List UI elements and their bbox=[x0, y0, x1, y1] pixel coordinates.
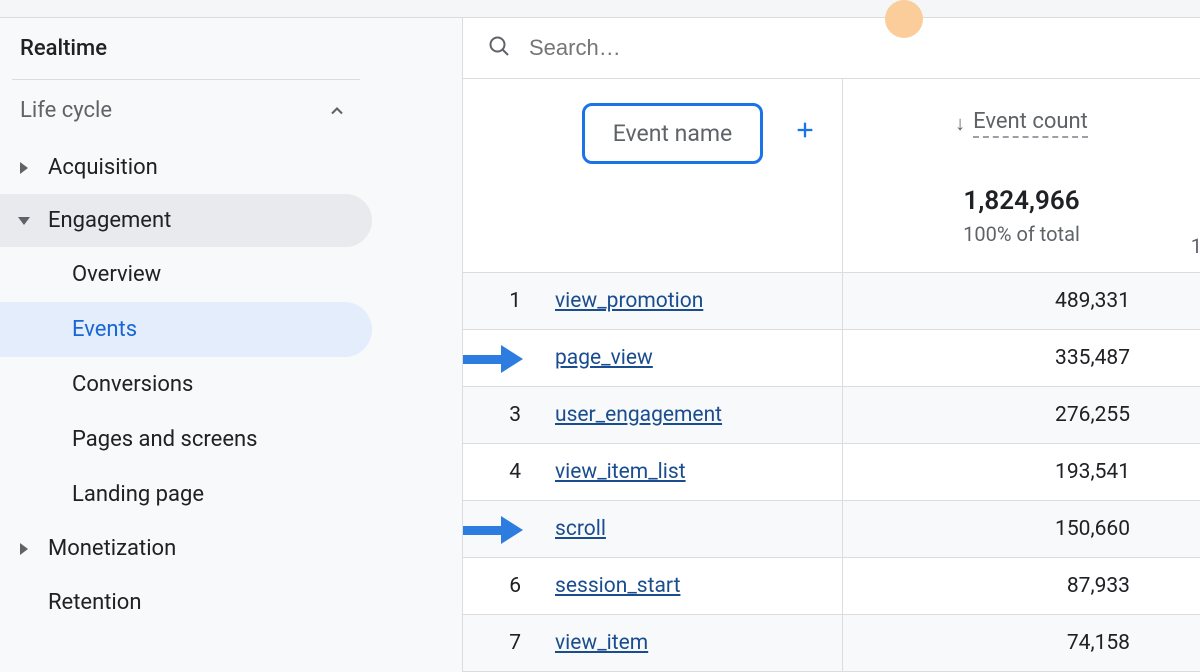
col-event-count[interactable]: ↓ Event count 1,824,966 100% of total bbox=[843, 79, 1200, 272]
nav-label: Acquisition bbox=[48, 155, 158, 180]
event-link[interactable]: session_start bbox=[555, 574, 680, 598]
top-bar bbox=[0, 0, 1200, 18]
events-table: Event name ↓ Event count 1,824,966 100% … bbox=[463, 78, 1200, 672]
table-row: 7 view_item 74,158 bbox=[463, 615, 1200, 672]
event-link[interactable]: page_view bbox=[555, 346, 653, 370]
sort-desc-icon: ↓ bbox=[955, 111, 965, 136]
main-panel: Event name ↓ Event count 1,824,966 100% … bbox=[462, 18, 1200, 672]
event-count: 87,933 bbox=[843, 574, 1200, 598]
sidebar-item-pages-screens[interactable]: Pages and screens bbox=[0, 412, 372, 467]
sidebar-item-monetization[interactable]: Monetization bbox=[0, 522, 372, 575]
total-value: 1,824,966 bbox=[843, 186, 1200, 216]
search-icon bbox=[487, 34, 511, 62]
section-label: Life cycle bbox=[20, 98, 112, 123]
event-name-header-box: Event name bbox=[582, 103, 763, 164]
event-link[interactable]: view_promotion bbox=[555, 289, 703, 313]
row-index: 4 bbox=[463, 460, 555, 484]
sidebar-item-retention[interactable]: Retention bbox=[0, 575, 372, 630]
sidebar-item-acquisition[interactable]: Acquisition bbox=[0, 141, 372, 194]
col-label: Event count bbox=[973, 109, 1088, 138]
add-dimension-button[interactable] bbox=[794, 115, 816, 148]
row-index: 3 bbox=[463, 403, 555, 427]
nav-label: Monetization bbox=[48, 536, 176, 561]
table-header: Event name ↓ Event count 1,824,966 100% … bbox=[463, 79, 1200, 273]
partial-text: 1 bbox=[1191, 234, 1200, 258]
triangle-right-icon bbox=[20, 543, 28, 555]
table-row: 1 view_promotion 489,331 bbox=[463, 273, 1200, 330]
chevron-up-icon bbox=[326, 100, 348, 122]
total-subtext: 100% of total bbox=[843, 222, 1200, 246]
event-count: 74,158 bbox=[843, 631, 1200, 655]
table-row: page_view 335,487 bbox=[463, 330, 1200, 387]
totals: 1,824,966 100% of total bbox=[843, 186, 1200, 246]
event-link[interactable]: user_engagement bbox=[555, 403, 722, 427]
sidebar-item-engagement[interactable]: Engagement bbox=[0, 194, 372, 247]
sidebar-item-landing-page[interactable]: Landing page bbox=[0, 467, 372, 522]
sidebar-item-overview[interactable]: Overview bbox=[0, 247, 372, 302]
sidebar-item-conversions[interactable]: Conversions bbox=[0, 357, 372, 412]
col-event-name: Event name bbox=[463, 79, 843, 272]
sidebar-item-events[interactable]: Events bbox=[0, 302, 372, 357]
table-row: 6 session_start 87,933 bbox=[463, 558, 1200, 615]
event-count: 193,541 bbox=[843, 460, 1200, 484]
annotation-arrow-icon bbox=[462, 517, 527, 543]
event-count: 276,255 bbox=[843, 403, 1200, 427]
event-link[interactable]: scroll bbox=[555, 517, 606, 541]
sidebar-section-life-cycle[interactable]: Life cycle bbox=[0, 80, 372, 141]
triangle-right-icon bbox=[20, 162, 28, 174]
row-index: 6 bbox=[463, 574, 555, 598]
event-count: 335,487 bbox=[843, 346, 1200, 370]
sidebar: Realtime Life cycle Acquisition Engageme… bbox=[0, 18, 380, 672]
search-input[interactable] bbox=[529, 35, 829, 61]
event-count: 489,331 bbox=[843, 289, 1200, 313]
search-row bbox=[463, 18, 1200, 78]
table-body: 1 view_promotion 489,331 page_view 335,4… bbox=[463, 273, 1200, 672]
table-row: scroll 150,660 bbox=[463, 501, 1200, 558]
triangle-down-icon bbox=[18, 217, 30, 225]
row-index: 1 bbox=[463, 289, 555, 313]
sidebar-item-realtime[interactable]: Realtime bbox=[0, 18, 372, 79]
event-count: 150,660 bbox=[843, 517, 1200, 541]
annotation-arrow-icon bbox=[462, 346, 527, 372]
row-index: 7 bbox=[463, 631, 555, 655]
table-row: 4 view_item_list 193,541 bbox=[463, 444, 1200, 501]
nav-label: Engagement bbox=[48, 208, 171, 233]
event-link[interactable]: view_item bbox=[555, 631, 648, 655]
table-row: 3 user_engagement 276,255 bbox=[463, 387, 1200, 444]
event-link[interactable]: view_item_list bbox=[555, 460, 686, 484]
annotation-dot bbox=[885, 0, 923, 38]
